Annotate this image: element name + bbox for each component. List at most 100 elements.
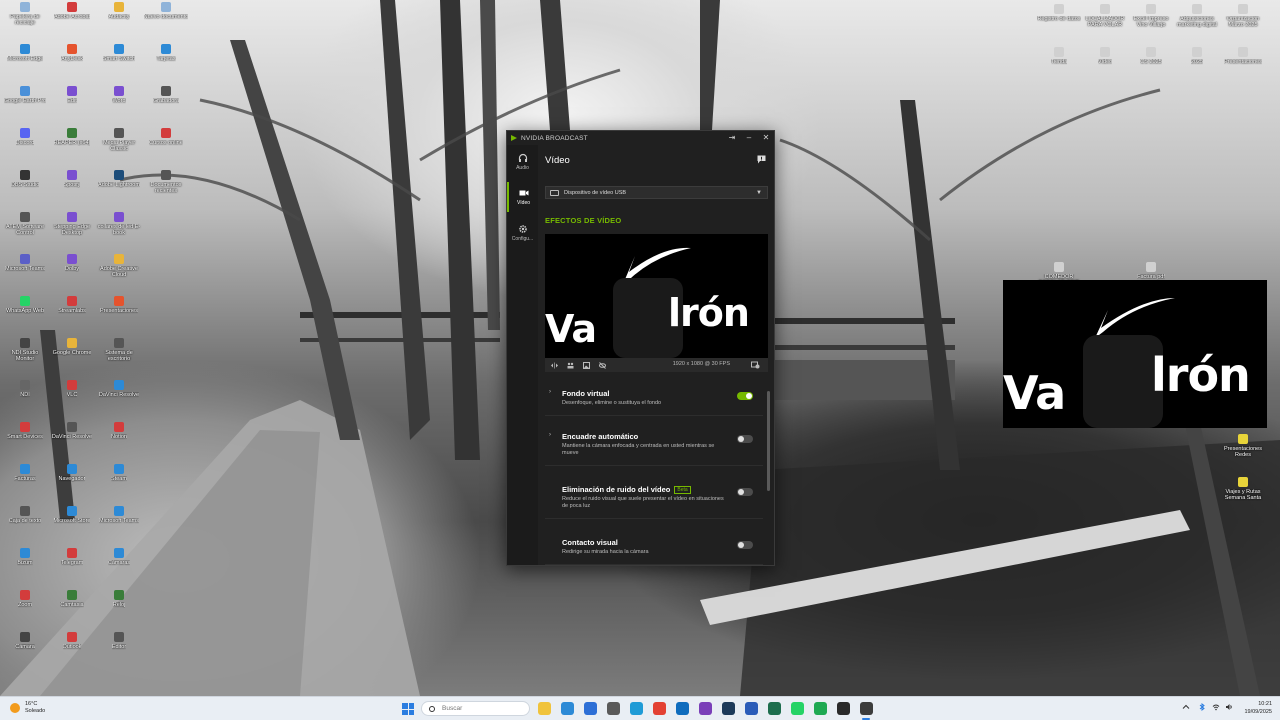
desktop-icon[interactable]: Spotify xyxy=(49,170,95,188)
calculator-icon[interactable] xyxy=(607,702,620,715)
desktop-icon[interactable]: Microsoft Teams xyxy=(96,506,142,524)
outlook-icon[interactable] xyxy=(676,702,689,715)
desktop-icon[interactable]: Sistema de escritorio xyxy=(96,338,142,362)
desktop-icon[interactable]: Telegram xyxy=(49,548,95,566)
desktop-icon[interactable]: Presentaciones xyxy=(1220,47,1266,65)
device-select[interactable]: Dispositivo de vídeo USB ▼ xyxy=(545,186,768,199)
desktop-icon[interactable]: Adquisiciones marketing digital xyxy=(1174,4,1220,28)
desktop-icon[interactable]: Media Player Classic xyxy=(96,128,142,152)
close-button[interactable]: ✕ xyxy=(762,132,770,144)
desktop-icon[interactable]: Presentaciones Redes xyxy=(1220,434,1266,458)
desktop-icon[interactable]: Bizum xyxy=(2,548,48,566)
desktop-icon[interactable]: DaVinci Resolve xyxy=(96,380,142,398)
desktop-icon[interactable]: Notion xyxy=(96,422,142,440)
search-input[interactable] xyxy=(442,705,522,712)
desktop-icon[interactable]: LOCALIZADOR PARA VOLAR xyxy=(1082,4,1128,28)
desktop-icon[interactable]: Editor xyxy=(96,632,142,650)
desktop-icon[interactable]: Discord xyxy=(2,128,48,146)
desktop-icon[interactable]: WhatsApp Web xyxy=(2,296,48,314)
word-icon[interactable] xyxy=(745,702,758,715)
desktop-icon[interactable]: NDI Studio Monitor xyxy=(2,338,48,362)
weather-widget[interactable]: 16°C Soleado xyxy=(10,701,45,715)
feedback-icon[interactable] xyxy=(757,155,766,164)
nvidia-broadcast-icon[interactable] xyxy=(860,702,873,715)
lightroom-icon[interactable] xyxy=(722,702,735,715)
desktop-icon[interactable]: NDI xyxy=(2,380,48,398)
whatsapp-desktop-icon[interactable] xyxy=(814,702,827,715)
sidebar-item-settings[interactable]: Configu... xyxy=(507,218,538,248)
desktop-icon[interactable]: Caja de texto xyxy=(2,506,48,524)
desktop-icon[interactable]: Vídeo xyxy=(1082,47,1128,65)
desktop-icon[interactable]: Outlook xyxy=(49,632,95,650)
whatsapp-icon[interactable] xyxy=(791,702,804,715)
effects-scrollbar[interactable] xyxy=(767,391,770,491)
desktop-icon[interactable]: 2025 xyxy=(1174,47,1220,65)
desktop-icon[interactable]: Zoom xyxy=(2,590,48,608)
people-icon[interactable] xyxy=(567,362,574,369)
desktop-icon[interactable]: Word xyxy=(96,86,142,104)
effect-eye-contact[interactable]: Contacto visual Redirige su mirada hacia… xyxy=(545,530,763,565)
camera-settings-icon[interactable] xyxy=(751,361,760,369)
effect-toggle[interactable] xyxy=(737,488,753,496)
desktop-icon[interactable]: collares de led E-book xyxy=(96,212,142,236)
desktop-icon[interactable]: Nuevo documento xyxy=(143,2,189,20)
file-explorer-icon[interactable] xyxy=(538,702,551,715)
desktop-icon[interactable]: Stepping Edge Desktop xyxy=(49,212,95,236)
desktop-icon[interactable]: ATEM Software Control xyxy=(2,212,48,236)
desktop-icon[interactable]: Steam xyxy=(96,464,142,482)
chevron-up-icon[interactable] xyxy=(1182,703,1190,711)
desktop-icon[interactable]: Microsoft Store xyxy=(49,506,95,524)
desktop-icon[interactable]: Grabadora xyxy=(143,86,189,104)
desktop-icon[interactable]: Documentos recientes xyxy=(143,170,189,194)
taskbar-search[interactable] xyxy=(421,701,530,716)
desktop-icon[interactable]: Audacity xyxy=(96,2,142,20)
desktop-icon[interactable]: Registro de datos xyxy=(1036,4,1082,22)
desktop-icon[interactable]: AnyDesk xyxy=(49,44,95,62)
window-titlebar[interactable]: NVIDIA BROADCAST ⇥ – ✕ xyxy=(507,131,774,145)
clock[interactable]: 10:21 19/09/2025 xyxy=(1244,700,1272,716)
minimize-button[interactable]: – xyxy=(745,132,753,144)
desktop-icon[interactable]: Edit xyxy=(49,86,95,104)
desktop-icon[interactable]: Facturas xyxy=(2,464,48,482)
desktop-icon[interactable]: Microsoft Edge xyxy=(2,44,48,62)
effect-auto-frame[interactable]: › Encuadre automático Mantiene la cámara… xyxy=(545,424,763,466)
desktop-icon[interactable]: Papelera de reciclaje xyxy=(2,2,48,26)
desktop-icon[interactable]: Reloj xyxy=(96,590,142,608)
desktop-icon[interactable]: Organización Marzo 2025 xyxy=(1220,4,1266,28)
start-button[interactable] xyxy=(402,703,414,715)
desktop-icon[interactable]: CS 2025 xyxy=(1128,47,1174,65)
hide-preview-icon[interactable] xyxy=(599,361,606,369)
chrome-icon[interactable] xyxy=(653,702,666,715)
desktop-icon[interactable]: OBS Studio xyxy=(2,170,48,188)
effect-virtual-background[interactable]: › Fondo virtual Desenfoque, elimine o su… xyxy=(545,381,763,416)
desktop-icon[interactable]: DaVinci Resolve xyxy=(49,422,95,440)
desktop-icon[interactable]: Factura pdf xyxy=(1128,262,1174,280)
desktop-icon[interactable]: Camtasia xyxy=(49,590,95,608)
desktop-icon[interactable]: Dolby xyxy=(49,254,95,272)
desktop-icon[interactable]: Tarjetas xyxy=(143,44,189,62)
effect-toggle[interactable] xyxy=(737,435,753,443)
wifi-icon[interactable] xyxy=(1212,703,1220,711)
sidebar-item-audio[interactable]: Audio xyxy=(507,147,538,177)
desktop-icon[interactable]: REAPER (x64) xyxy=(49,128,95,146)
desktop-icon[interactable]: Adobe Creative Cloud xyxy=(96,254,142,278)
desktop-icon[interactable]: Viajes y Rutas Semana Santa xyxy=(1220,477,1266,501)
desktop-icon[interactable]: Presentaciones xyxy=(96,296,142,314)
desktop-icon[interactable]: Tienda xyxy=(1036,47,1082,65)
desktop-icon[interactable]: Navegador xyxy=(49,464,95,482)
desktop-icon[interactable]: Smart Devices xyxy=(2,422,48,440)
obs-icon[interactable] xyxy=(837,702,850,715)
media-icon[interactable] xyxy=(768,702,781,715)
mirror-icon[interactable] xyxy=(551,362,558,369)
desktop-icon[interactable]: Adobe Lightroom xyxy=(96,170,142,188)
onenote-icon[interactable] xyxy=(699,702,712,715)
desktop-icon[interactable]: Cámaras xyxy=(96,548,142,566)
effect-toggle[interactable] xyxy=(737,541,753,549)
mail-icon[interactable] xyxy=(561,702,574,715)
teams-icon[interactable] xyxy=(584,702,597,715)
desktop-icon[interactable]: Excel Impreso Vino Villarjo xyxy=(1128,4,1174,28)
effect-video-noise-removal[interactable]: Eliminación de ruido del vídeo Beta Reduc… xyxy=(545,477,763,520)
bluetooth-icon[interactable] xyxy=(1198,703,1206,711)
volume-icon[interactable] xyxy=(1225,703,1233,711)
desktop-icon[interactable]: Google Chrome xyxy=(49,338,95,356)
